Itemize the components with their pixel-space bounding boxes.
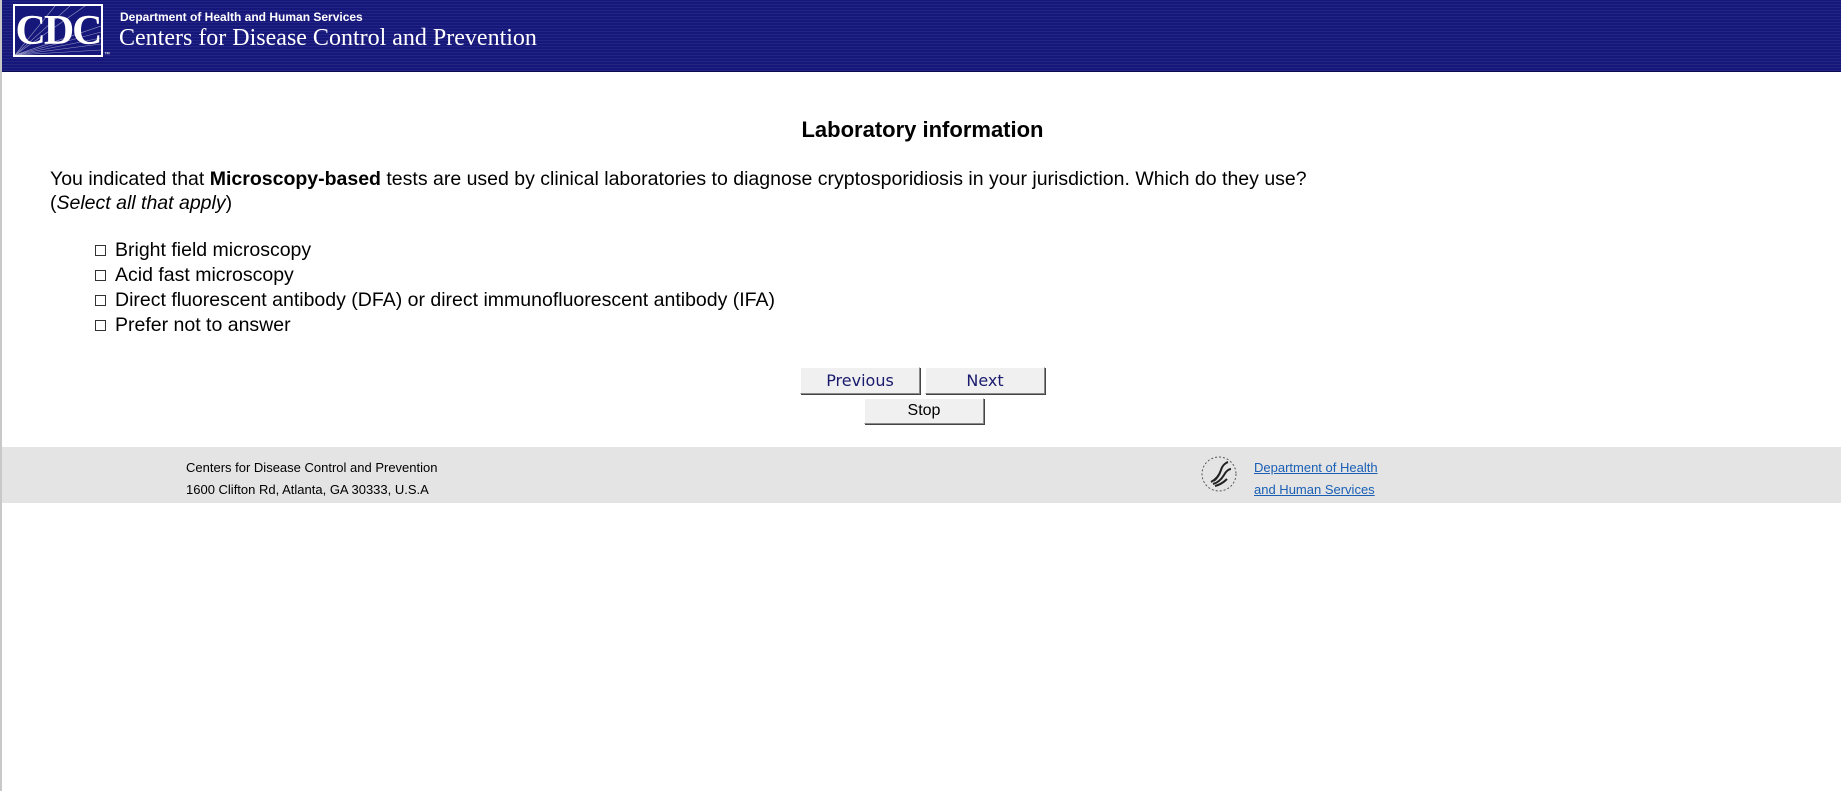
question-instruction: Select all that apply (56, 192, 226, 214)
option-label: Direct fluorescent antibody (DFA) or dir… (115, 289, 776, 311)
question-text: You indicated that Microscopy-based test… (50, 167, 1307, 215)
checkbox-dfa-ifa[interactable] (95, 295, 106, 306)
hhs-eagle-icon (1201, 456, 1237, 492)
hhs-link[interactable]: Department of Health and Human Services (1254, 457, 1378, 501)
question-suffix: tests are used by clinical laboratories … (380, 168, 1307, 190)
footer-org-name: Centers for Disease Control and Preventi… (186, 460, 438, 475)
header-banner: CDC ™ Department of Health and Human Ser… (2, 0, 1841, 72)
footer-address: 1600 Clifton Rd, Atlanta, GA 30333, U.S.… (186, 482, 429, 497)
checkbox-acid-fast[interactable] (95, 270, 106, 281)
option-acid-fast[interactable]: Acid fast microscopy (94, 263, 775, 288)
option-label: Prefer not to answer (115, 314, 291, 336)
option-dfa-ifa[interactable]: Direct fluorescent antibody (DFA) or dir… (94, 288, 775, 313)
trademark-mark: ™ (104, 52, 110, 58)
hhs-link-line2[interactable]: and Human Services (1254, 479, 1378, 501)
instruction-close: ) (225, 192, 233, 214)
page-title: Laboratory information (801, 117, 1044, 142)
checkbox-bright-field[interactable] (95, 245, 106, 256)
footer-address-block: Centers for Disease Control and Preventi… (186, 457, 437, 501)
hhs-link-line1[interactable]: Department of Health (1254, 457, 1378, 479)
option-label: Acid fast microscopy (115, 264, 294, 286)
cdc-logo[interactable]: CDC (13, 4, 103, 57)
agency-name: Centers for Disease Control and Preventi… (119, 25, 537, 51)
page: CDC ™ Department of Health and Human Ser… (0, 0, 1841, 791)
options-list: Bright field microscopy Acid fast micros… (94, 238, 775, 338)
option-label: Bright field microscopy (115, 239, 312, 261)
next-button[interactable]: Next (925, 367, 1045, 394)
checkbox-prefer-not[interactable] (95, 320, 106, 331)
logo-text: CDC (15, 8, 102, 54)
question-prefix: You indicated that (50, 168, 210, 190)
option-bright-field[interactable]: Bright field microscopy (94, 238, 775, 263)
option-prefer-not[interactable]: Prefer not to answer (94, 313, 775, 338)
footer: Centers for Disease Control and Preventi… (2, 447, 1841, 503)
question-emphasis: Microscopy-based (209, 168, 381, 190)
stop-button[interactable]: Stop (864, 398, 984, 424)
department-name: Department of Health and Human Services (120, 10, 363, 24)
previous-button[interactable]: Previous (800, 367, 920, 394)
